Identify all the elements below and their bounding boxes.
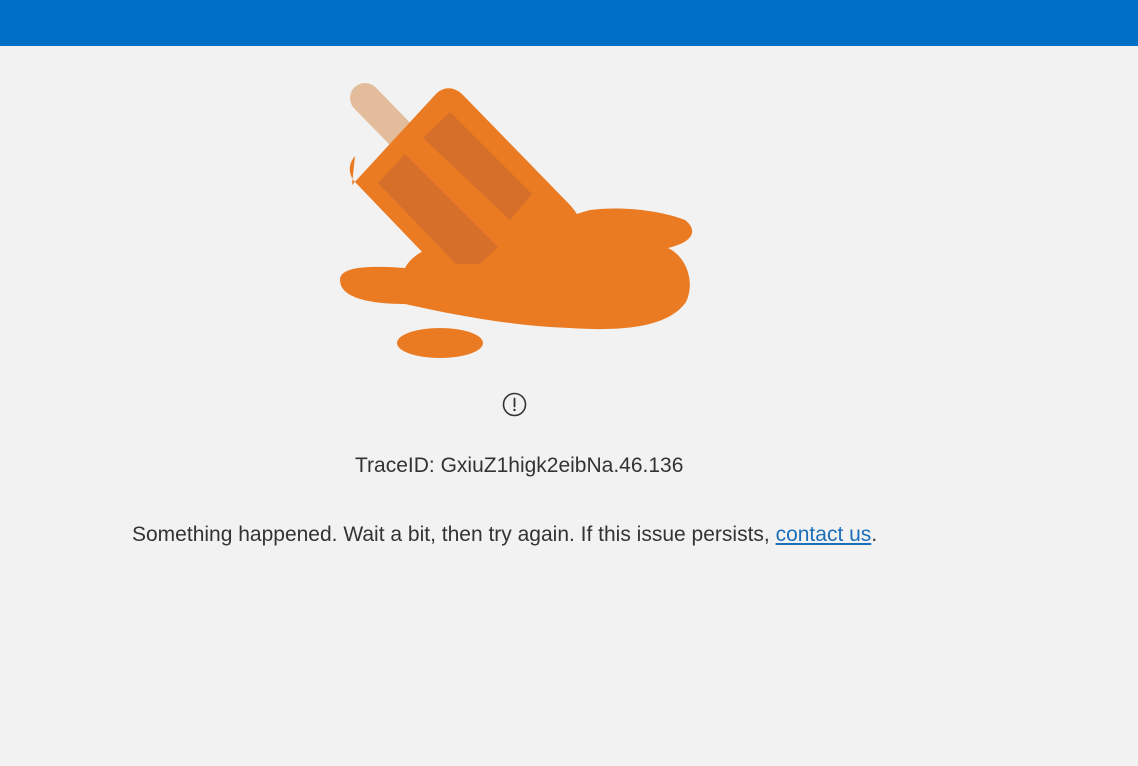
error-message: Something happened. Wait a bit, then try… [132,522,877,548]
melted-popsicle-illustration [340,83,693,358]
trace-id-text: TraceID: GxiuZ1higk2eibNa.46.136 [355,453,683,479]
trace-id-label: TraceID: [355,454,435,477]
contact-us-link[interactable]: contact us [776,523,872,546]
trace-id-value: GxiuZ1higk2eibNa.46.136 [440,454,684,477]
error-message-suffix: . [871,523,878,546]
error-message-text: Something happened. Wait a bit, then try… [132,523,770,546]
top-banner [0,0,1138,46]
exclamation-circle-icon [502,392,527,417]
